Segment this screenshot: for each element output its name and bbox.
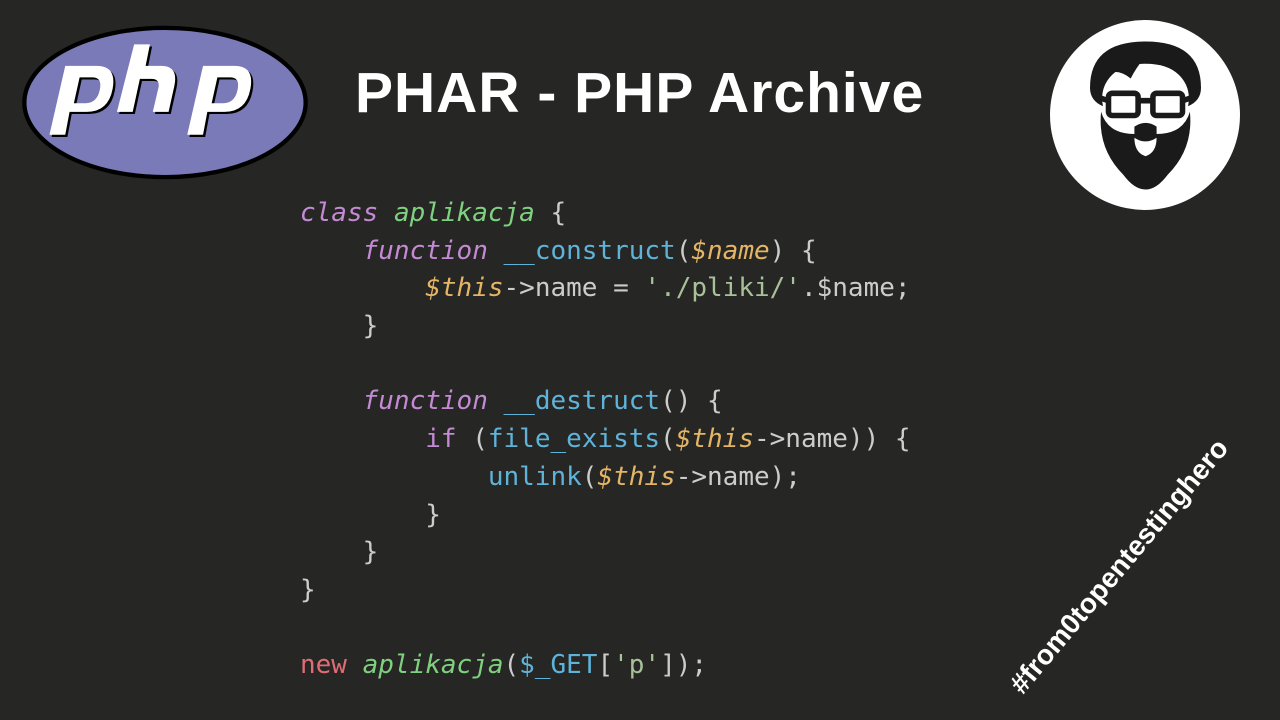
keyword-if: if [425, 424, 456, 454]
string-path: './pliki/' [644, 273, 801, 303]
avatar [1050, 20, 1240, 210]
keyword-class: class [300, 198, 378, 228]
var-get: $_GET [519, 650, 597, 680]
keyword-function: function [363, 236, 488, 266]
fn-destruct: __destruct [504, 386, 661, 416]
keyword-new: new [300, 650, 347, 680]
hashtag: #from0topentestinghero [1003, 433, 1235, 700]
prop-name: name [535, 273, 598, 303]
string-p: 'p' [613, 650, 660, 680]
code-block: class aplikacja { function __construct($… [300, 195, 911, 685]
php-logo [20, 25, 310, 180]
page-title: PHAR - PHP Archive [355, 60, 924, 126]
fn-construct: __construct [504, 236, 676, 266]
fn-unlink: unlink [488, 462, 582, 492]
var-this: $this [425, 273, 503, 303]
class-name: aplikacja [394, 198, 535, 228]
param-name: $name [691, 236, 769, 266]
fn-file-exists: file_exists [488, 424, 660, 454]
